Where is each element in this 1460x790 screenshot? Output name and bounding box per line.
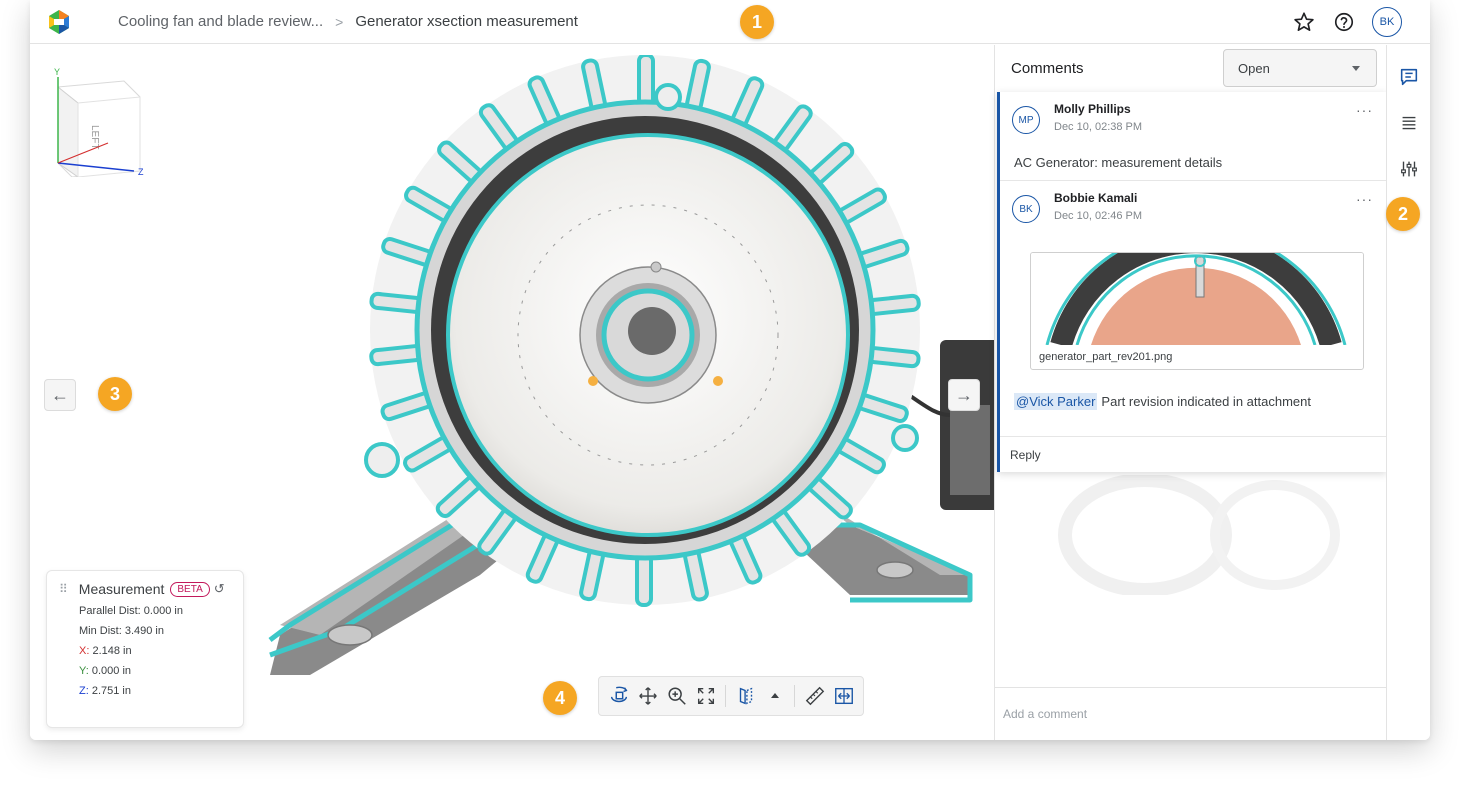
- gizmo-face-label: LEFT: [89, 125, 100, 149]
- star-icon[interactable]: [1292, 10, 1316, 34]
- app-window: Cooling fan and blade review... > Genera…: [30, 0, 1430, 740]
- viewer-toolbar: [598, 676, 864, 716]
- breadcrumb-separator: >: [335, 13, 344, 30]
- reset-icon[interactable]: ↺: [214, 581, 225, 597]
- y-coordinate: Y: 0.000 in: [79, 665, 231, 677]
- z-value: 2.751 in: [91, 685, 131, 697]
- app-logo-icon[interactable]: [44, 7, 74, 37]
- comment-item: BK Bobbie Kamali Dec 10, 02:46 PM ··· ge…: [1000, 181, 1387, 419]
- comment-text: @Vick Parker Part revision indicated in a…: [1014, 393, 1373, 410]
- pan-icon[interactable]: [636, 684, 659, 708]
- comment-thread: MP Molly Phillips Dec 10, 02:38 PM ··· A…: [997, 92, 1387, 472]
- sliders-icon[interactable]: [1397, 157, 1421, 181]
- z-coordinate: Z: 2.751 in: [79, 685, 231, 697]
- section-icon[interactable]: [734, 684, 757, 708]
- x-value: 2.148 in: [92, 645, 132, 657]
- beta-badge: BETA: [170, 581, 210, 597]
- background-model-ghost: [1058, 475, 1340, 595]
- measurement-panel: ⠿ Measurement BETA ↺ Parallel Dist: 0.00…: [46, 570, 244, 728]
- caret-down-icon: [1352, 66, 1360, 71]
- top-bar: Cooling fan and blade review... > Genera…: [30, 0, 1430, 44]
- generator-model[interactable]: [250, 55, 994, 675]
- comment-avatar: MP: [1012, 106, 1040, 134]
- attachment-image: [1031, 253, 1363, 345]
- more-options-icon[interactable]: ···: [1356, 191, 1373, 207]
- parallel-distance: Parallel Dist: 0.000 in: [79, 605, 183, 617]
- y-value: 0.000 in: [91, 665, 132, 677]
- attachment-thumbnail[interactable]: generator_part_rev201.png: [1030, 252, 1364, 370]
- orientation-cube[interactable]: LEFT Y Z: [44, 67, 154, 177]
- orbit-icon[interactable]: [607, 684, 630, 708]
- callout-1: 1: [740, 5, 774, 39]
- user-avatar[interactable]: BK: [1372, 7, 1402, 37]
- breadcrumb-current: Generator xsection measurement: [355, 13, 578, 30]
- z-key: Z:: [79, 685, 89, 697]
- measurement-header: ⠿ Measurement BETA ↺: [59, 581, 231, 597]
- explode-icon[interactable]: [832, 684, 855, 708]
- toolbar-divider-2: [794, 685, 795, 707]
- measure-icon[interactable]: [803, 684, 826, 708]
- comments-title: Comments: [1011, 59, 1084, 77]
- arrow-left-icon: ←: [51, 384, 69, 405]
- comment-icon[interactable]: [1397, 65, 1421, 89]
- fit-icon[interactable]: [694, 684, 717, 708]
- status-filter-value: Open: [1238, 60, 1270, 76]
- x-key: X:: [79, 645, 90, 657]
- previous-view-button[interactable]: ←: [44, 379, 76, 411]
- comment-author: Bobbie Kamali: [1054, 191, 1138, 205]
- attachment-filename: generator_part_rev201.png: [1039, 351, 1173, 363]
- right-rail: [1386, 45, 1430, 740]
- caret-up-icon[interactable]: [763, 684, 786, 708]
- callout-3: 3: [98, 377, 132, 411]
- drag-handle-icon[interactable]: ⠿: [59, 582, 69, 596]
- callout-2: 2: [1386, 197, 1420, 231]
- comments-panel: Comments Open MP Molly Phillips Dec 10, …: [994, 45, 1387, 740]
- comment-avatar: BK: [1012, 195, 1040, 223]
- comment-body: Part revision indicated in attachment: [1101, 394, 1311, 409]
- help-icon[interactable]: [1332, 10, 1356, 34]
- comment-item: MP Molly Phillips Dec 10, 02:38 PM ··· A…: [1000, 92, 1387, 180]
- arrow-right-icon: →: [955, 384, 973, 405]
- next-view-button[interactable]: →: [948, 379, 980, 411]
- breadcrumb-parent[interactable]: Cooling fan and blade review...: [118, 13, 323, 30]
- min-distance: Min Dist: 3.490 in: [79, 625, 164, 637]
- gizmo-axis-y: Y: [54, 67, 60, 77]
- status-filter-select[interactable]: Open: [1223, 49, 1377, 87]
- x-coordinate: X: 2.148 in: [79, 645, 231, 657]
- zoom-icon[interactable]: [665, 684, 688, 708]
- gizmo-axis-z: Z: [138, 167, 144, 177]
- list-icon[interactable]: [1397, 111, 1421, 135]
- reply-button[interactable]: Reply: [1000, 436, 1387, 472]
- user-mention[interactable]: @Vick Parker: [1014, 393, 1098, 410]
- comment-text: AC Generator: measurement details: [1014, 155, 1223, 170]
- comment-date: Dec 10, 02:38 PM: [1054, 121, 1143, 133]
- add-comment-input[interactable]: Add a comment: [995, 687, 1387, 740]
- 3d-viewer[interactable]: LEFT Y Z ← → ⠿ Measurement BETA ↺ Parall…: [30, 45, 994, 740]
- more-options-icon[interactable]: ···: [1356, 102, 1373, 118]
- toolbar-divider: [725, 685, 727, 707]
- comment-date: Dec 10, 02:46 PM: [1054, 210, 1143, 222]
- comment-author: Molly Phillips: [1054, 102, 1131, 116]
- top-actions: BK: [1292, 0, 1402, 44]
- measurement-title: Measurement: [78, 581, 165, 597]
- y-key: Y:: [79, 665, 89, 677]
- callout-4: 4: [543, 681, 577, 715]
